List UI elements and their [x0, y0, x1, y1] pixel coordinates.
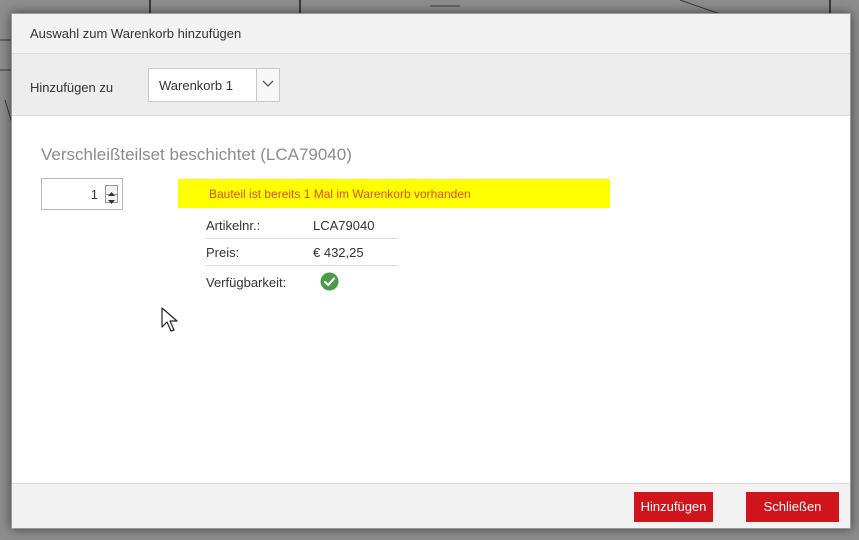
already-in-cart-notice: Bauteil ist bereits 1 Mal im Warenkorb v…: [178, 179, 610, 208]
part-title: Verschleißteilset beschichtet (LCA79040): [41, 145, 352, 164]
add-button[interactable]: Hinzufügen: [634, 492, 713, 522]
add-to-label: Hinzufügen zu: [30, 80, 114, 95]
cart-select[interactable]: Warenkorb 1: [148, 68, 280, 102]
dialog-title: Auswahl zum Warenkorb hinzufügen: [30, 26, 242, 41]
info-row-availability: Verfügbarkeit:: [206, 268, 398, 295]
cart-select-value: Warenkorb 1: [159, 78, 233, 93]
price-label: Preis:: [206, 245, 240, 260]
quantity-value: 1: [90, 187, 98, 202]
mouse-cursor-icon: [161, 307, 178, 332]
cart-selection-bar: Hinzufügen zu Warenkorb 1: [12, 54, 850, 116]
notice-text: Bauteil ist bereits 1 Mal im Warenkorb v…: [209, 187, 471, 201]
check-circle-icon: [320, 272, 339, 291]
quantity-stepper[interactable]: 1: [41, 178, 123, 210]
dialog-content: Verschleißteilset beschichtet (LCA79040)…: [12, 116, 850, 483]
dialog-titlebar: Auswahl zum Warenkorb hinzufügen: [12, 14, 850, 54]
dialog-footer: Hinzufügen Schließen: [12, 483, 850, 528]
chevron-down-icon[interactable]: [256, 69, 279, 101]
article-number-label: Artikelnr.:: [206, 218, 261, 233]
info-row-article-number: Artikelnr.: LCA79040: [206, 211, 398, 239]
price-value: € 432,25: [313, 245, 364, 260]
quantity-spinner[interactable]: [105, 185, 118, 204]
close-button[interactable]: Schließen: [746, 492, 839, 522]
availability-label: Verfügbarkeit:: [206, 275, 287, 290]
add-to-cart-dialog: Auswahl zum Warenkorb hinzufügen Hinzufü…: [11, 13, 851, 529]
article-number-value: LCA79040: [313, 218, 375, 233]
decrement-icon[interactable]: [106, 194, 117, 204]
info-row-price: Preis: € 432,25: [206, 238, 398, 266]
